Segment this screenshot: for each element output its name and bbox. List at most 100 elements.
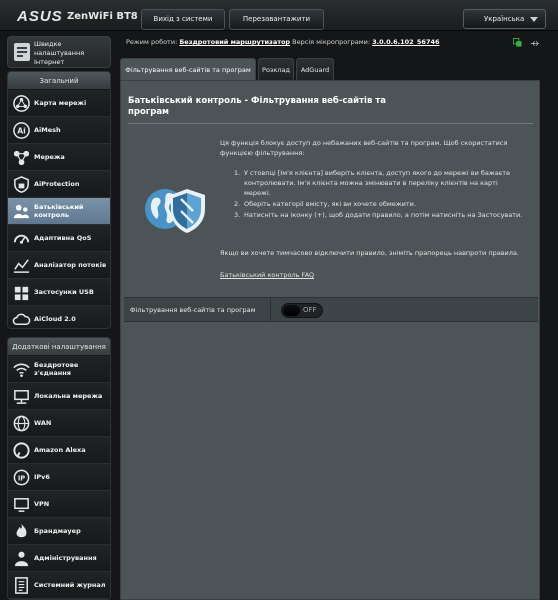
toggle-state: OFF — [303, 306, 317, 314]
aiprotection-icon — [14, 176, 29, 193]
firmware-label: Версія мікропрограми: — [292, 38, 371, 46]
menu-item-adaptive-qos[interactable]: Адаптивна QoS — [8, 225, 110, 252]
general-menu: Загальний Карта мережі Ai AiMesh Мережа … — [7, 71, 111, 329]
menu-item-label: Застосунки USB — [34, 288, 94, 296]
model-name: ZenWiFi BT8 — [67, 11, 138, 22]
filter-setting-label: Фільтрування веб-сайтів та програм — [130, 306, 256, 314]
menu-item-label: Батьківський контроль — [34, 203, 84, 219]
menu-item-label: AiCloud 2.0 — [34, 315, 76, 323]
traffic-analyzer-icon — [13, 259, 30, 273]
filter-enable-toggle[interactable]: OFF — [281, 303, 323, 318]
step-item: 1. У стовпці [Ім'я клієнта] виберіть клі… — [234, 169, 511, 197]
menu-item-label: WAN — [34, 419, 52, 427]
system-log-icon — [15, 577, 28, 594]
menu-item-aimesh[interactable]: Ai AiMesh — [8, 117, 110, 144]
step-item: 3. Натисніть на іконку (+), щоб додати п… — [234, 211, 523, 219]
alexa-icon — [13, 442, 30, 459]
menu-item-aiprotection[interactable]: AiProtection — [8, 171, 110, 198]
chevron-down-icon — [530, 17, 538, 22]
tab-web-app-filter[interactable]: Фільтрування веб-сайтів та програм — [120, 58, 256, 80]
parental-control-icon — [13, 204, 30, 219]
op-mode-label: Режим роботи: — [126, 38, 178, 46]
status-line: Режим роботи: Бездротовий маршрутизатор … — [126, 38, 440, 46]
menu-item-network[interactable]: Мережа — [8, 144, 110, 171]
administration-icon — [14, 551, 29, 567]
network-status-icon[interactable] — [513, 38, 522, 47]
menu-item-network-map[interactable]: Карта мережі — [8, 90, 110, 117]
usb-status-icon[interactable] — [530, 39, 539, 48]
disable-rule-note: Якщо ви хочете тимчасово відключити прав… — [220, 249, 519, 257]
step-item: 2. Оберіть категорії вмісту, які ви хоче… — [234, 200, 416, 208]
step-text: Оберіть категорії вмісту, які ви хочете … — [244, 200, 416, 208]
filter-setting-row: Фільтрування веб-сайтів та програм OFF — [124, 297, 538, 322]
logout-button[interactable]: Вихід з системи — [141, 9, 225, 30]
tab-schedule[interactable]: Розклад — [258, 58, 294, 80]
page-title: Батьківський контроль - Фільтрування веб… — [128, 96, 386, 117]
language-value: Українська — [484, 15, 525, 23]
language-select[interactable]: Українська — [463, 9, 546, 29]
row-separator — [270, 298, 271, 321]
globe-shield-icon — [145, 189, 205, 233]
menu-item-label: AiProtection — [34, 180, 80, 188]
steps-list: 1. У стовпці [Ім'я клієнта] виберіть клі… — [234, 168, 524, 221]
asus-logo: ASUS — [17, 8, 63, 25]
menu-item-label: Адміністрування — [34, 554, 97, 562]
svg-text:Ai: Ai — [17, 126, 25, 135]
menu-item-vpn[interactable]: VPN — [8, 491, 110, 518]
aimesh-icon: Ai — [13, 122, 30, 139]
advanced-menu-header: Додаткові налаштування — [8, 338, 110, 356]
menu-item-label: Мережа — [34, 153, 65, 161]
wireless-icon — [13, 363, 30, 378]
menu-item-label: Брандмауер — [34, 527, 81, 535]
quick-setup-label: Швидке налаштування Інтернет — [34, 40, 85, 66]
step-text: Натисніть на іконку (+), щоб додати прав… — [244, 211, 523, 219]
vpn-icon — [14, 498, 29, 512]
title-divider — [128, 123, 533, 124]
step-text: У стовпці [Ім'я клієнта] виберіть клієнт… — [244, 169, 511, 197]
wan-icon — [13, 415, 30, 432]
menu-item-wireless[interactable]: Бездротове з'єднання — [8, 356, 110, 383]
network-icon — [13, 150, 30, 166]
firewall-icon — [16, 523, 27, 538]
menu-item-label: IPv6 — [34, 473, 50, 481]
menu-item-firewall[interactable]: Брандмауер — [8, 518, 110, 545]
lan-icon — [14, 390, 29, 404]
advanced-menu: Додаткові налаштування Бездротове з'єдна… — [7, 337, 111, 600]
menu-item-wan[interactable]: WAN — [8, 410, 110, 437]
content-panel: Батьківський контроль - Фільтрування веб… — [120, 80, 540, 600]
menu-item-label: Карта мережі — [34, 99, 87, 107]
toggle-knob — [283, 305, 300, 316]
menu-item-alexa[interactable]: Amazon Alexa — [8, 437, 110, 464]
tab-adguard[interactable]: AdGuard — [296, 58, 334, 80]
menu-item-label: Аналізатор потоків — [34, 261, 107, 269]
network-map-icon — [13, 95, 30, 112]
menu-item-label: Локальна мережа — [34, 392, 103, 400]
general-menu-header: Загальний — [8, 72, 110, 90]
menu-item-usb-apps[interactable]: Застосунки USB — [8, 279, 110, 306]
cloud-icon — [12, 313, 31, 326]
ipv6-icon: IP — [13, 469, 30, 486]
faq-link[interactable]: Батьківський контроль FAQ — [220, 271, 314, 279]
menu-item-system-log[interactable]: Системний журнал — [8, 572, 110, 599]
menu-item-label: VPN — [34, 500, 50, 508]
qos-icon — [13, 234, 30, 244]
intro-text: Ця функція блокує доступ до небажаних ве… — [220, 139, 508, 157]
menu-item-traffic-analyzer[interactable]: Аналізатор потоків — [8, 252, 110, 279]
usb-icon — [14, 286, 29, 301]
svg-text:IP: IP — [18, 474, 25, 482]
reboot-button[interactable]: Перезавантажити — [229, 9, 324, 30]
top-banner: ASUS ZenWiFi BT8 Вихід з системи Перезав… — [0, 0, 558, 31]
menu-item-ipv6[interactable]: IP IPv6 — [8, 464, 110, 491]
menu-item-aicloud[interactable]: AiCloud 2.0 — [8, 306, 110, 328]
op-mode-link[interactable]: Бездротовий маршрутизатор — [179, 38, 290, 46]
menu-item-parental-control[interactable]: Батьківський контроль — [8, 198, 110, 225]
quick-setup-icon — [14, 43, 30, 61]
menu-item-administration[interactable]: Адміністрування — [8, 545, 110, 572]
menu-item-label: Системний журнал — [34, 581, 106, 589]
quick-internet-setup-button[interactable]: Швидке налаштування Інтернет — [7, 36, 111, 68]
menu-item-label: Бездротове з'єднання — [34, 361, 79, 377]
menu-item-label: AiMesh — [34, 126, 61, 134]
menu-item-lan[interactable]: Локальна мережа — [8, 383, 110, 410]
menu-item-label: Amazon Alexa — [34, 446, 86, 454]
firmware-link[interactable]: 3.0.0.6.102_56746 — [372, 38, 439, 46]
